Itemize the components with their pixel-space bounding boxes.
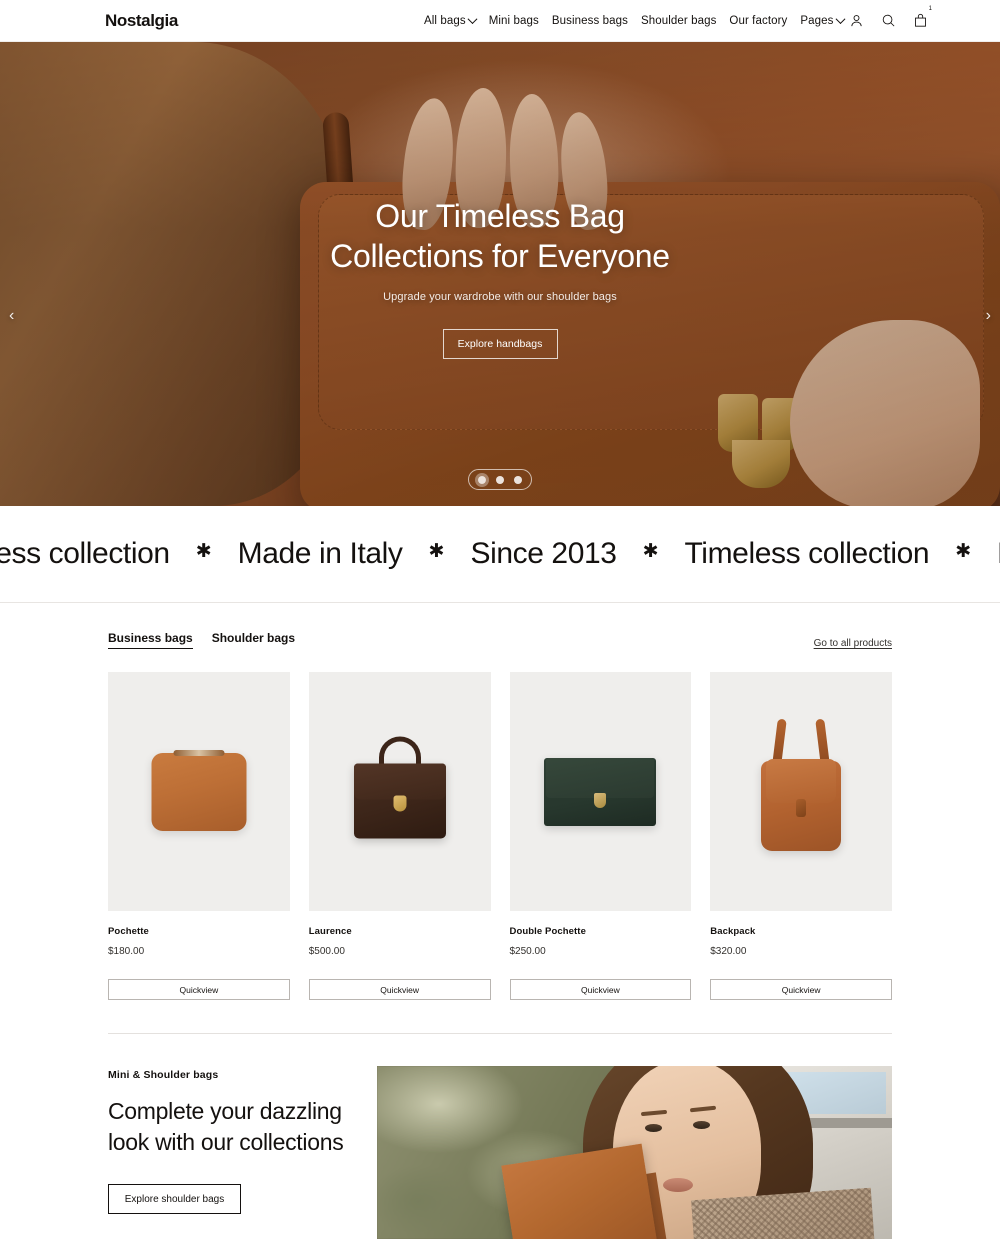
site-header: Nostalgia All bags Mini bags Business ba… bbox=[0, 0, 1000, 42]
marquee-item: Made in Italy bbox=[237, 537, 403, 570]
promo-text-column: Mini & Shoulder bags Complete your dazzl… bbox=[108, 1066, 377, 1239]
hero-title-line-1: Our Timeless Bag bbox=[375, 198, 625, 235]
decorative-eye bbox=[693, 1121, 710, 1129]
carousel-next-arrow-icon[interactable]: › bbox=[986, 308, 991, 324]
promo-eyebrow: Mini & Shoulder bags bbox=[108, 1069, 219, 1081]
product-name: Laurence bbox=[308, 926, 352, 937]
search-icon[interactable] bbox=[881, 13, 896, 28]
product-image-pochette[interactable] bbox=[108, 672, 290, 911]
carousel-dot-2[interactable] bbox=[496, 475, 504, 484]
hero-carousel: Our Timeless Bag Collections for Everyon… bbox=[0, 42, 1000, 506]
main-navigation: All bags Mini bags Business bags Shoulde… bbox=[424, 14, 845, 27]
product-name: Backpack bbox=[710, 926, 756, 937]
bag-clasp bbox=[796, 798, 807, 817]
carousel-prev-arrow-icon[interactable]: ‹ bbox=[9, 308, 14, 324]
chevron-down-icon bbox=[835, 14, 845, 25]
marquee-separator-icon: ✱ bbox=[428, 540, 445, 562]
double-pochette-bag-illustration bbox=[544, 757, 657, 826]
carousel-dot-1[interactable] bbox=[478, 475, 486, 484]
marquee-item: Timeless collection bbox=[0, 537, 170, 570]
promo-section: Mini & Shoulder bags Complete your dazzl… bbox=[0, 1034, 1000, 1239]
product-grid: Pochette $180.00 Quickview Laurence $500… bbox=[108, 672, 892, 1000]
quickview-button[interactable]: Quickview bbox=[108, 979, 290, 1000]
bag-clasp bbox=[594, 792, 607, 808]
header-icons: 1 bbox=[849, 6, 932, 28]
bag-flap bbox=[353, 763, 446, 800]
product-name: Double Pochette bbox=[509, 926, 586, 937]
quickview-button[interactable]: Quickview bbox=[509, 979, 692, 1000]
promo-image bbox=[377, 1066, 892, 1239]
nav-item-business-bags[interactable]: Business bags bbox=[552, 15, 628, 27]
product-art bbox=[510, 672, 692, 911]
site-logo[interactable]: Nostalgia bbox=[105, 11, 178, 31]
product-art bbox=[309, 672, 491, 911]
promo-title: Complete your dazzling look with our col… bbox=[108, 1098, 344, 1155]
products-section: Business bags Shoulder bags Go to all pr… bbox=[0, 603, 1000, 1000]
marquee-track: Timeless collection ✱ Made in Italy ✱ Si… bbox=[0, 537, 1000, 571]
product-card: Backpack $320.00 Quickview bbox=[710, 672, 892, 1000]
products-header: Business bags Shoulder bags Go to all pr… bbox=[108, 603, 892, 649]
tab-business-bags[interactable]: Business bags bbox=[108, 631, 193, 649]
product-image-backpack[interactable] bbox=[710, 672, 892, 911]
marquee-item: Timeless collection bbox=[684, 537, 930, 570]
tab-shoulder-bags[interactable]: Shoulder bags bbox=[212, 631, 295, 649]
carousel-pagination bbox=[468, 469, 532, 490]
product-card: Laurence $500.00 Quickview bbox=[308, 672, 491, 1000]
product-price: $180.00 bbox=[108, 946, 145, 957]
user-account-icon[interactable] bbox=[849, 13, 864, 28]
nav-item-all-bags[interactable]: All bags bbox=[424, 14, 478, 27]
product-art bbox=[710, 672, 892, 911]
go-to-all-products-link[interactable]: Go to all products bbox=[814, 638, 892, 649]
product-card: Pochette $180.00 Quickview bbox=[108, 672, 290, 1000]
product-price: $250.00 bbox=[509, 946, 546, 957]
explore-shoulder-bags-button[interactable]: Explore shoulder bags bbox=[108, 1184, 241, 1215]
nav-label: All bags bbox=[424, 14, 466, 27]
marquee-banner: Timeless collection ✱ Made in Italy ✱ Si… bbox=[0, 506, 1000, 603]
carousel-dot-3[interactable] bbox=[514, 475, 522, 484]
hero-title-line-2: Collections for Everyone bbox=[330, 238, 670, 274]
product-price: $320.00 bbox=[710, 946, 747, 957]
backpack-bag-illustration bbox=[761, 718, 842, 851]
laurence-bag-illustration bbox=[353, 736, 446, 839]
hero-subtitle: Upgrade your wardrobe with our shoulder … bbox=[383, 290, 617, 303]
hero-title: Our Timeless Bag Collections for Everyon… bbox=[330, 197, 670, 276]
product-art bbox=[108, 672, 290, 911]
chevron-down-icon bbox=[467, 14, 478, 25]
product-price: $500.00 bbox=[308, 946, 345, 957]
bag-flap bbox=[766, 758, 837, 803]
marquee-separator-icon: ✱ bbox=[195, 540, 212, 562]
bag-flap bbox=[546, 757, 655, 798]
product-image-laurence[interactable] bbox=[308, 672, 491, 911]
nav-label: Pages bbox=[800, 14, 834, 27]
marquee-separator-icon: ✱ bbox=[955, 540, 972, 562]
bag-clasp bbox=[393, 795, 407, 812]
marquee-separator-icon: ✱ bbox=[642, 540, 659, 562]
hero-content: Our Timeless Bag Collections for Everyon… bbox=[0, 42, 1000, 506]
explore-handbags-button[interactable]: Explore handbags bbox=[442, 328, 558, 359]
shopping-bag-icon[interactable]: 1 bbox=[913, 6, 932, 28]
product-card: Double Pochette $250.00 Quickview bbox=[509, 672, 692, 1000]
nav-item-shoulder-bags[interactable]: Shoulder bags bbox=[641, 15, 716, 27]
decorative-eye bbox=[645, 1124, 662, 1132]
product-category-tabs: Business bags Shoulder bags bbox=[108, 631, 295, 649]
bag-handle bbox=[378, 736, 421, 767]
pochette-bag-illustration bbox=[151, 749, 247, 831]
product-image-double-pochette[interactable] bbox=[509, 672, 692, 911]
quickview-button[interactable]: Quickview bbox=[710, 979, 892, 1000]
quickview-button[interactable]: Quickview bbox=[308, 979, 491, 1000]
nav-item-mini-bags[interactable]: Mini bags bbox=[489, 15, 539, 27]
nav-item-our-factory[interactable]: Our factory bbox=[729, 15, 787, 27]
marquee-item: Since 2013 bbox=[470, 537, 617, 570]
decorative-lips bbox=[663, 1178, 693, 1192]
product-name: Pochette bbox=[108, 926, 149, 937]
nav-item-pages[interactable]: Pages bbox=[800, 14, 845, 27]
